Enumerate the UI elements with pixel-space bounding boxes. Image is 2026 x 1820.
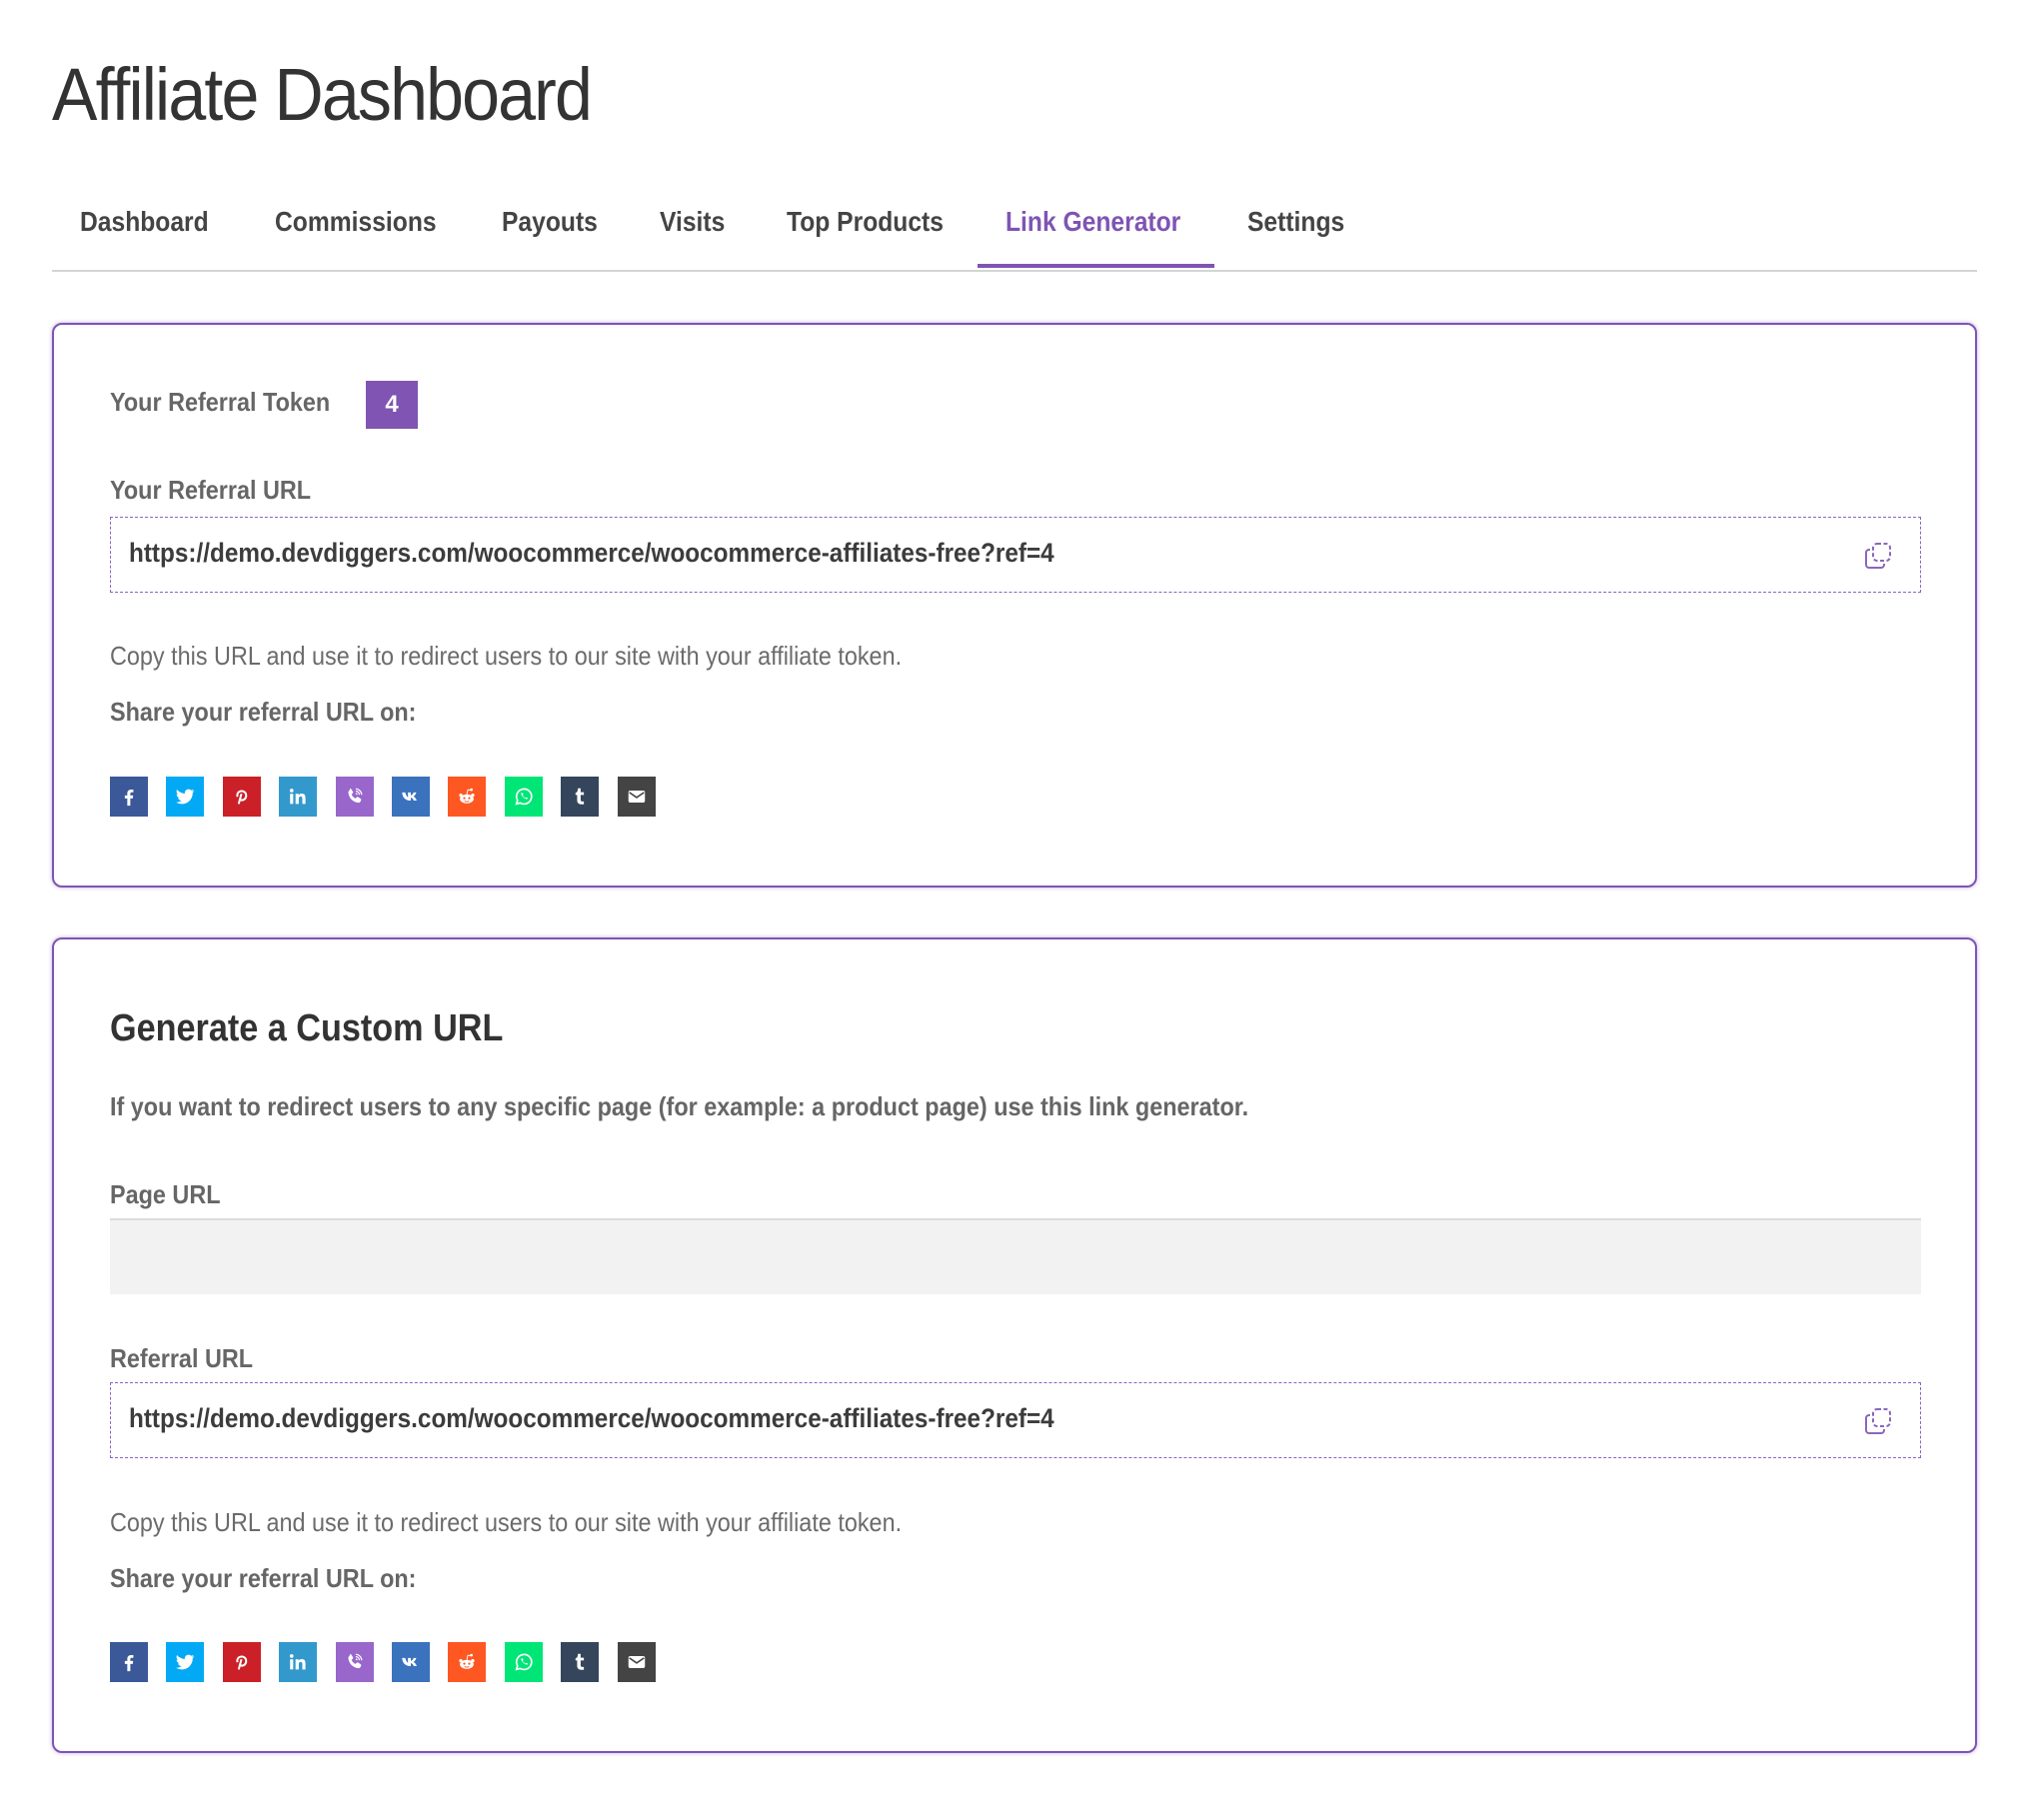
share-facebook-button[interactable] xyxy=(110,777,148,817)
share-pinterest-button[interactable] xyxy=(222,1642,261,1682)
viber-icon xyxy=(344,786,366,808)
active-tab-indicator xyxy=(978,264,1214,268)
twitter-icon xyxy=(174,1651,196,1673)
share-email-button[interactable] xyxy=(617,777,656,817)
referral-url-label-2: Referral URL xyxy=(110,1343,254,1373)
tab-visits[interactable]: Visits xyxy=(660,206,725,238)
vk-icon xyxy=(400,1651,422,1673)
share-whatsapp-button[interactable] xyxy=(504,1642,543,1682)
tumblr-icon xyxy=(569,1651,591,1673)
custom-referral-url-value[interactable]: https://demo.devdiggers.com/woocommerce/… xyxy=(129,1403,1054,1434)
share-label: Share your referral URL on: xyxy=(110,697,417,727)
tab-settings[interactable]: Settings xyxy=(1247,206,1344,238)
share-tumblr-button[interactable] xyxy=(561,1642,600,1682)
pinterest-icon xyxy=(231,1651,253,1673)
share-reddit-button[interactable] xyxy=(448,777,487,817)
referral-token-badge: 4 xyxy=(366,381,418,429)
tab-payouts[interactable]: Payouts xyxy=(502,206,598,238)
share-whatsapp-button[interactable] xyxy=(504,777,543,817)
vk-icon xyxy=(400,786,422,808)
share-pinterest-button[interactable] xyxy=(222,777,261,817)
reddit-icon xyxy=(456,1651,478,1673)
share-facebook-button[interactable] xyxy=(110,1642,148,1682)
twitter-icon xyxy=(174,786,196,808)
referral-url-field[interactable]: https://demo.devdiggers.com/woocommerce/… xyxy=(110,517,1921,593)
email-icon xyxy=(626,1651,648,1673)
referral-help-text: Copy this URL and use it to redirect use… xyxy=(110,641,903,671)
pinterest-icon xyxy=(231,786,253,808)
copy-icon[interactable] xyxy=(1862,540,1894,572)
facebook-icon xyxy=(118,1651,140,1673)
custom-url-description: If you want to redirect users to any spe… xyxy=(110,1091,1249,1121)
referral-card: Your Referral Token 4 Your Referral URL … xyxy=(52,323,1977,888)
custom-url-card: Generate a Custom URL If you want to red… xyxy=(52,937,1977,1753)
custom-url-heading: Generate a Custom URL xyxy=(110,1007,504,1049)
share-linkedin-button[interactable] xyxy=(279,777,318,817)
share-label-2: Share your referral URL on: xyxy=(110,1563,417,1593)
referral-url-value[interactable]: https://demo.devdiggers.com/woocommerce/… xyxy=(129,538,1054,569)
share-viber-button[interactable] xyxy=(335,1642,374,1682)
page-url-input[interactable] xyxy=(110,1218,1921,1294)
share-vk-button[interactable] xyxy=(392,1642,430,1682)
custom-referral-url-field[interactable]: https://demo.devdiggers.com/woocommerce/… xyxy=(110,1382,1921,1458)
tab-commissions[interactable]: Commissions xyxy=(275,206,437,238)
tab-bar: Dashboard Commissions Payouts Visits Top… xyxy=(52,196,1977,272)
email-icon xyxy=(626,786,648,808)
whatsapp-icon xyxy=(513,1651,535,1673)
share-twitter-button[interactable] xyxy=(166,1642,205,1682)
share-reddit-button[interactable] xyxy=(448,1642,487,1682)
tab-top-products[interactable]: Top Products xyxy=(787,206,944,238)
referral-url-label: Your Referral URL xyxy=(110,475,312,505)
share-twitter-button[interactable] xyxy=(166,777,205,817)
reddit-icon xyxy=(456,786,478,808)
tab-link-generator[interactable]: Link Generator xyxy=(1006,206,1180,238)
linkedin-icon xyxy=(287,786,309,808)
facebook-icon xyxy=(118,786,140,808)
viber-icon xyxy=(344,1651,366,1673)
share-vk-button[interactable] xyxy=(392,777,430,817)
whatsapp-icon xyxy=(513,786,535,808)
page-url-label: Page URL xyxy=(110,1179,221,1209)
tab-dashboard[interactable]: Dashboard xyxy=(80,206,209,238)
page-title: Affiliate Dashboard xyxy=(52,53,593,136)
share-email-button[interactable] xyxy=(617,1642,656,1682)
referral-token-label: Your Referral Token xyxy=(110,387,331,417)
custom-help-text: Copy this URL and use it to redirect use… xyxy=(110,1507,903,1537)
copy-icon[interactable] xyxy=(1862,1405,1894,1437)
share-viber-button[interactable] xyxy=(335,777,374,817)
linkedin-icon xyxy=(287,1651,309,1673)
tumblr-icon xyxy=(569,786,591,808)
share-tumblr-button[interactable] xyxy=(561,777,600,817)
share-linkedin-button[interactable] xyxy=(279,1642,318,1682)
